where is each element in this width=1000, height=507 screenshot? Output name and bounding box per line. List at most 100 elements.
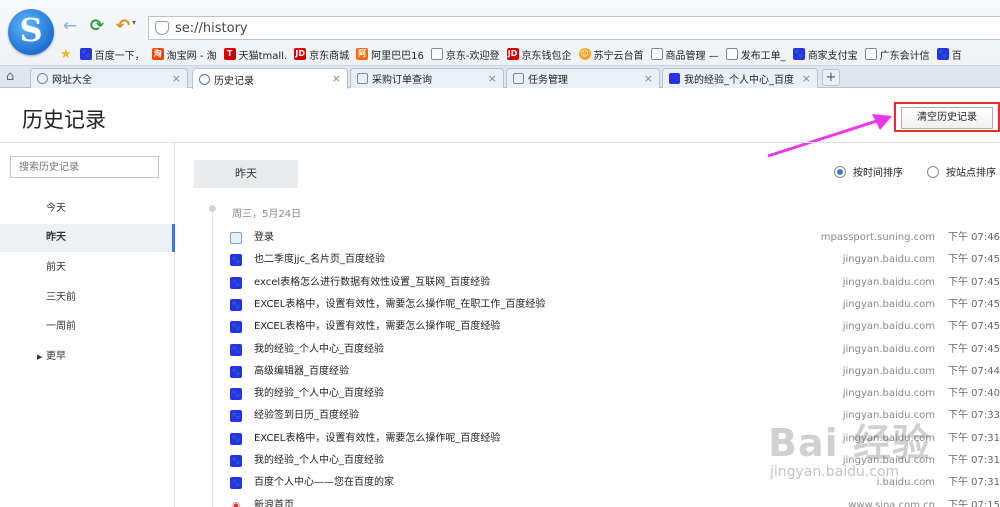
tab-label: 我的经验_个人中心_百度 xyxy=(684,75,794,86)
highlight-box: 清空历史记录 xyxy=(894,102,1000,132)
bookmark-item[interactable]: 京东-欢迎登 xyxy=(430,47,500,62)
sort-by-site-radio[interactable]: 按站点排序 xyxy=(927,164,996,179)
bookmark-label: 发布工单_ xyxy=(740,50,786,62)
history-entry[interactable]: 🐾 excel表格怎么进行数据有效性设置_互联网_百度经验 jingyan.baid… xyxy=(230,272,1000,294)
back-arrow-icon[interactable]: ← xyxy=(60,16,80,36)
history-entry[interactable]: 🐾 我的经验_个人中心_百度经验 jingyan.baidu.com 下午 07:45 xyxy=(230,339,1000,361)
history-entry-time: 下午 07:45 xyxy=(948,276,1000,288)
history-entry-title[interactable]: excel表格怎么进行数据有效性设置_互联网_百度经验 xyxy=(254,272,490,294)
bookmark-item[interactable]: 🐾 商家支付宝 xyxy=(792,47,858,62)
history-entry-time: 下午 07:45 xyxy=(948,321,1000,333)
history-entry[interactable]: 🐾 EXCEL表格中，设置有效性，需要怎么操作呢_在职工作_百度经验 jingyan… xyxy=(230,294,1000,316)
home-icon[interactable]: ⌂ xyxy=(6,69,14,84)
sort-by-time-radio[interactable]: 按时间排序 xyxy=(834,164,903,179)
sidebar-item-earlier[interactable]: ▶ 更早 xyxy=(0,343,175,371)
history-entry-title[interactable]: 经验签到日历_百度经验 xyxy=(254,405,359,427)
refresh-icon[interactable]: ⟳ xyxy=(87,16,107,36)
bookmark-item[interactable]: 商品管理 — xyxy=(650,47,719,62)
document-icon xyxy=(357,73,368,84)
bookmark-label: 百 xyxy=(951,50,962,62)
history-entry[interactable]: 🐾 高级编辑器_百度经验 jingyan.baidu.com 下午 07:44 xyxy=(230,361,1000,383)
clear-history-button[interactable]: 清空历史记录 xyxy=(901,107,993,129)
history-entry-domain: mpassport.suning.com xyxy=(820,232,935,243)
bookmark-item[interactable]: JD 京东钱包企 xyxy=(506,47,572,62)
history-entry[interactable]: 🐾 也二季度jjc_名片页_百度经验 jingyan.baidu.com 下午 07:… xyxy=(230,249,1000,271)
close-tab-icon[interactable]: × xyxy=(802,72,811,85)
sidebar-item-today[interactable]: 今天 xyxy=(0,195,175,223)
sidebar-item-three-days[interactable]: 三天前 xyxy=(0,284,175,312)
bookmark-label: 淘宝网 - 淘 xyxy=(166,50,217,62)
sn-icon: ☺ xyxy=(578,48,591,60)
radio-unselected-icon[interactable] xyxy=(927,165,939,178)
bookmark-label: 阿里巴巴16 xyxy=(371,50,424,62)
tab-purchase-orders[interactable]: 采购订单查询 × xyxy=(350,68,504,88)
bookmark-item[interactable]: 淘淘宝网 - 淘 xyxy=(151,47,217,62)
history-entry-time: 下午 07:45 xyxy=(948,343,1000,355)
bookmark-item[interactable]: 阿阿里巴巴16 xyxy=(356,47,424,62)
bookmark-item[interactable]: 🐾 百度一下， xyxy=(79,47,145,62)
close-tab-icon[interactable]: × xyxy=(488,72,497,85)
history-entry-domain: jingyan.baidu.com xyxy=(842,321,935,333)
tab-label: 网址大全 xyxy=(52,75,92,86)
history-entry[interactable]: 🐾 我的经验_个人中心_百度经验 jingyan.baidu.com 下午 07:40 xyxy=(230,383,1000,405)
bookmark-item[interactable]: T 天猫tmall. xyxy=(223,47,287,62)
history-entry-time: 下午 07:44 xyxy=(948,365,1000,377)
bookmark-item[interactable]: ☺ 苏宁云台首 xyxy=(578,47,644,62)
radio-selected-icon[interactable] xyxy=(834,165,846,178)
baidu-paw-icon: 🐾 xyxy=(230,455,242,467)
history-entry[interactable]: 🐾 百度个人中心——您在百度的家 i.baidu.com 下午 07:31 xyxy=(230,472,1000,494)
new-tab-button[interactable]: + xyxy=(822,69,840,86)
tab-history[interactable]: 历史记录 × xyxy=(192,68,348,89)
bookmark-label: 广东会计信 xyxy=(879,50,930,62)
history-entry-title[interactable]: 登录 xyxy=(254,227,274,249)
history-entry[interactable]: 🐾 我的经验_个人中心_百度经验 jingyan.baidu.com 下午 07:31 xyxy=(230,450,1000,472)
history-entry[interactable]: 🐾 EXCEL表格中，设置有效性，需要怎么操作呢_百度经验 jingyan.baid… xyxy=(230,428,1000,450)
close-tab-icon[interactable]: × xyxy=(172,72,181,85)
bookmark-item[interactable]: 广东会计信 xyxy=(864,47,930,62)
history-entry[interactable]: 🐾 经验签到日历_百度经验 jingyan.baidu.com 下午 07:33 xyxy=(230,405,1000,427)
bookmark-item[interactable]: 🐾 百 xyxy=(936,47,962,62)
bookmark-label: 京东-欢迎登 xyxy=(445,50,500,62)
history-entry-title[interactable]: 我的经验_个人中心_百度经验 xyxy=(254,383,384,405)
history-entry[interactable]: ◉ 新浪首页 www.sina.com.cn 下午 07:15 xyxy=(230,495,1000,507)
bookmark-item[interactable]: 发布工单_ xyxy=(725,47,786,62)
history-entry-title[interactable]: 新浪首页 xyxy=(254,495,294,507)
radio-label: 按时间排序 xyxy=(853,168,903,179)
bookmarks-bar: ★ 🐾 百度一下， 淘淘宝网 - 淘 T 天猫tmall. JD 京东商城阿阿里巴巴16 京东… xyxy=(60,44,969,64)
close-tab-icon[interactable]: × xyxy=(644,72,653,85)
history-entry-time: 下午 07:45 xyxy=(948,298,1000,310)
tab-my-experience[interactable]: 我的经验_个人中心_百度 × xyxy=(662,68,818,88)
history-entry-domain: jingyan.baidu.com xyxy=(842,276,935,288)
history-entry-title[interactable]: EXCEL表格中，设置有效性，需要怎么操作呢_百度经验 xyxy=(254,316,500,338)
browser-logo-icon[interactable] xyxy=(8,9,54,55)
expand-triangle-icon[interactable]: ▶ xyxy=(37,343,42,371)
close-tab-icon[interactable]: × xyxy=(332,72,341,85)
history-entry-title[interactable]: 我的经验_个人中心_百度经验 xyxy=(254,339,384,361)
undo-icon[interactable]: ↶ xyxy=(113,16,133,36)
tab-task-management[interactable]: 任务管理 × xyxy=(506,68,660,88)
history-entry[interactable]: 登录 mpassport.suning.com 下午 07:46 xyxy=(230,227,1000,249)
address-bar[interactable]: se://history xyxy=(148,16,1000,40)
history-entry-title[interactable]: 我的经验_个人中心_百度经验 xyxy=(254,450,384,472)
history-entry[interactable]: 🐾 EXCEL表格中，设置有效性，需要怎么操作呢_百度经验 jingyan.baid… xyxy=(230,316,1000,338)
sidebar-item-day-before[interactable]: 前天 xyxy=(0,254,175,282)
bookmark-label: 京东钱包企 xyxy=(521,50,572,62)
undo-dropdown-icon[interactable]: ▾ xyxy=(132,18,136,27)
document-icon xyxy=(725,48,738,60)
search-input[interactable] xyxy=(10,156,159,178)
history-entry-domain: www.sina.com.cn xyxy=(848,499,935,507)
history-entry-title[interactable]: 高级编辑器_百度经验 xyxy=(254,361,349,383)
history-entry-title[interactable]: EXCEL表格中，设置有效性，需要怎么操作呢_在职工作_百度经验 xyxy=(254,294,545,316)
sidebar-item-one-week[interactable]: 一周前 xyxy=(0,313,175,341)
history-entry-title[interactable]: EXCEL表格中，设置有效性，需要怎么操作呢_百度经验 xyxy=(254,428,500,450)
favorites-star-icon[interactable]: ★ xyxy=(60,47,72,62)
sidebar-item-yesterday[interactable]: 昨天 xyxy=(0,224,175,252)
bookmark-item[interactable]: JD 京东商城 xyxy=(294,47,349,62)
tab-url-directory[interactable]: 网址大全 × xyxy=(30,68,188,88)
history-entry-title[interactable]: 也二季度jjc_名片页_百度经验 xyxy=(254,249,385,271)
history-entry-domain: jingyan.baidu.com xyxy=(842,432,935,444)
bookmark-label: 苏宁云台首 xyxy=(593,50,644,62)
history-entry-title[interactable]: 百度个人中心——您在百度的家 xyxy=(254,472,394,494)
clock-icon xyxy=(199,73,210,85)
history-entry-time: 下午 07:31 xyxy=(948,432,1000,444)
